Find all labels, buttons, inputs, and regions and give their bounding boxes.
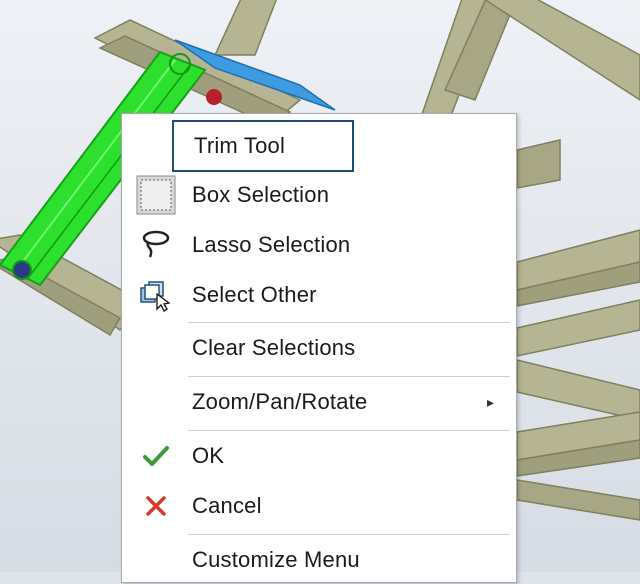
menu-item-label: Trim Tool — [194, 133, 286, 158]
menu-item-label: Lasso Selection — [192, 232, 351, 257]
context-menu: Trim Tool Box Selection Lasso Selection — [121, 113, 517, 583]
menu-item-label: Cancel — [192, 493, 262, 518]
menu-item-ok[interactable]: OK — [122, 432, 516, 480]
menu-item-label: Zoom/Pan/Rotate — [192, 389, 368, 414]
menu-item-box-selection[interactable]: Box Selection — [122, 171, 516, 219]
cross-icon — [134, 484, 178, 528]
joint-marker — [206, 89, 222, 105]
menu-separator — [188, 430, 510, 431]
menu-item-zoom-pan-rotate[interactable]: Zoom/Pan/Rotate ▸ — [122, 378, 516, 426]
menu-item-trim-tool[interactable]: Trim Tool — [172, 120, 354, 172]
menu-item-label: Box Selection — [192, 182, 330, 207]
menu-item-label: Clear Selections — [192, 335, 356, 360]
box-selection-icon — [134, 173, 178, 217]
menu-item-label: Select Other — [192, 282, 317, 307]
lasso-icon — [134, 223, 178, 267]
menu-separator — [188, 376, 510, 377]
menu-item-select-other[interactable]: Select Other — [122, 271, 516, 319]
menu-separator — [188, 534, 510, 535]
menu-item-cancel[interactable]: Cancel — [122, 482, 516, 530]
select-other-icon — [134, 273, 178, 317]
menu-item-label: Customize Menu — [192, 547, 360, 572]
menu-separator — [188, 322, 510, 323]
menu-item-lasso-selection[interactable]: Lasso Selection — [122, 221, 516, 269]
menu-item-label: OK — [192, 443, 225, 468]
menu-item-customize-menu[interactable]: Customize Menu — [122, 536, 516, 584]
submenu-arrow-icon: ▸ — [486, 393, 494, 410]
checkmark-icon — [134, 434, 178, 478]
menu-item-clear-selections[interactable]: Clear Selections — [122, 324, 516, 372]
